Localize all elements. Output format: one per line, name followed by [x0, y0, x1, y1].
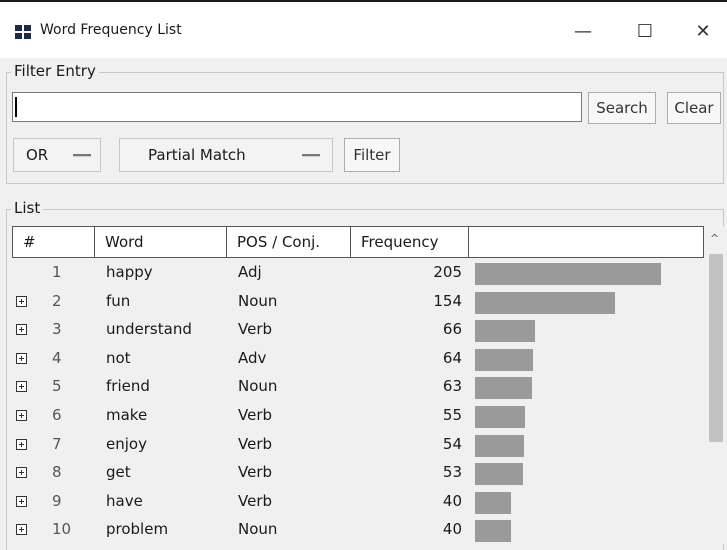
frequency-bar: [475, 520, 511, 543]
row-number: 2: [52, 291, 62, 310]
row-number: 10: [52, 520, 72, 539]
column-header-word[interactable]: Word: [95, 227, 227, 257]
row-pos: Adv: [238, 348, 267, 367]
table-row[interactable]: 10 problem Noun 40: [12, 516, 704, 545]
app-icon: [15, 25, 31, 39]
table-row[interactable]: 7 enjoy Verb 54: [12, 431, 704, 460]
clear-button[interactable]: Clear: [667, 92, 721, 124]
logic-operator-value: OR: [26, 146, 49, 164]
row-word: get: [106, 463, 131, 482]
dropdown-indicator-icon: [73, 154, 91, 157]
row-word: enjoy: [106, 434, 147, 453]
expand-icon[interactable]: [16, 438, 27, 450]
search-input[interactable]: [12, 92, 582, 122]
table-row[interactable]: 9 have Verb 40: [12, 488, 704, 517]
list-legend: List: [11, 199, 44, 217]
scrollbar-thumb[interactable]: [709, 254, 723, 442]
text-caret: [15, 97, 17, 117]
row-word: make: [106, 406, 148, 424]
scroll-up-arrow-icon[interactable]: ^: [710, 232, 719, 245]
row-frequency: 154: [433, 291, 462, 310]
row-word: have: [106, 491, 143, 510]
row-frequency: 40: [442, 520, 462, 539]
frequency-bar: [475, 320, 535, 343]
expand-icon[interactable]: [16, 410, 27, 421]
expand-icon[interactable]: [16, 324, 27, 336]
frequency-bar: [475, 377, 532, 400]
table-row[interactable]: 3 understand Verb 66: [12, 316, 704, 345]
table-row[interactable]: 4 not Adv 64: [12, 345, 704, 374]
table-row[interactable]: 5 friend Noun 63: [12, 373, 704, 402]
dropdown-indicator-icon: [302, 154, 320, 157]
row-pos: Adj: [238, 263, 262, 281]
row-word: not: [106, 348, 131, 367]
row-frequency: 55: [442, 406, 462, 424]
row-number: 7: [52, 434, 62, 453]
match-mode-select[interactable]: Partial Match: [119, 138, 333, 172]
window-title: Word Frequency List: [40, 22, 182, 38]
table-row[interactable]: 8 get Verb 53: [12, 459, 704, 488]
expand-icon[interactable]: [16, 467, 27, 479]
row-word: friend: [106, 377, 150, 396]
expand-icon[interactable]: [16, 381, 27, 393]
vertical-scrollbar[interactable]: ^: [707, 226, 725, 544]
frequency-bar: [475, 263, 661, 285]
row-frequency: 63: [442, 377, 462, 396]
row-number: 4: [52, 348, 62, 367]
close-button[interactable]: ✕: [680, 16, 726, 48]
expand-icon[interactable]: [16, 524, 27, 536]
row-number: 1: [52, 263, 62, 281]
match-mode-value: Partial Match: [148, 146, 246, 164]
row-number: 5: [52, 377, 62, 396]
row-number: 8: [52, 463, 62, 482]
row-number: 9: [52, 491, 62, 510]
frequency-bar: [475, 434, 524, 457]
row-number: 6: [52, 406, 62, 424]
row-pos: Verb: [238, 463, 273, 482]
expand-icon[interactable]: [16, 295, 27, 307]
frequency-bar: [475, 406, 525, 428]
row-pos: Verb: [238, 491, 273, 510]
row-word: understand: [106, 320, 192, 339]
expand-icon[interactable]: [16, 495, 27, 507]
row-frequency: 53: [442, 463, 462, 482]
row-frequency: 40: [442, 491, 462, 510]
title-bar: Word Frequency List — ☐ ✕: [0, 2, 727, 58]
row-frequency: 66: [442, 320, 462, 339]
expand-icon[interactable]: [16, 352, 27, 364]
row-pos: Verb: [238, 434, 273, 453]
row-frequency: 205: [433, 263, 462, 281]
table-row[interactable]: 1 happy Adj 205: [12, 259, 704, 288]
filter-entry-legend: Filter Entry: [11, 62, 99, 80]
filter-button[interactable]: Filter: [344, 138, 400, 172]
row-frequency: 54: [442, 434, 462, 453]
table-row[interactable]: 2 fun Noun 154: [12, 288, 704, 317]
column-header-frequency[interactable]: Frequency: [351, 227, 469, 257]
maximize-button[interactable]: ☐: [622, 16, 668, 48]
minimize-button[interactable]: —: [560, 16, 606, 48]
column-header-pos[interactable]: POS / Conj.: [227, 227, 351, 257]
row-pos: Noun: [238, 377, 278, 396]
row-word: happy: [106, 263, 153, 281]
logic-operator-select[interactable]: OR: [13, 138, 101, 172]
column-header-bar[interactable]: [469, 227, 703, 257]
frequency-bar: [475, 291, 615, 314]
row-word: fun: [106, 291, 131, 310]
table-row[interactable]: 6 make Verb 55: [12, 402, 704, 431]
search-button[interactable]: Search: [588, 92, 656, 124]
row-pos: Verb: [238, 320, 273, 339]
column-header-number[interactable]: #: [13, 227, 95, 257]
row-pos: Noun: [238, 291, 278, 310]
row-pos: Noun: [238, 520, 278, 539]
frequency-bar: [475, 348, 533, 371]
frequency-bar: [475, 491, 511, 514]
row-pos: Verb: [238, 406, 273, 424]
row-number: 3: [52, 320, 62, 339]
frequency-bar: [475, 463, 523, 486]
row-word: problem: [106, 520, 169, 539]
table-header: # Word POS / Conj. Frequency: [12, 226, 704, 258]
row-frequency: 64: [442, 348, 462, 367]
